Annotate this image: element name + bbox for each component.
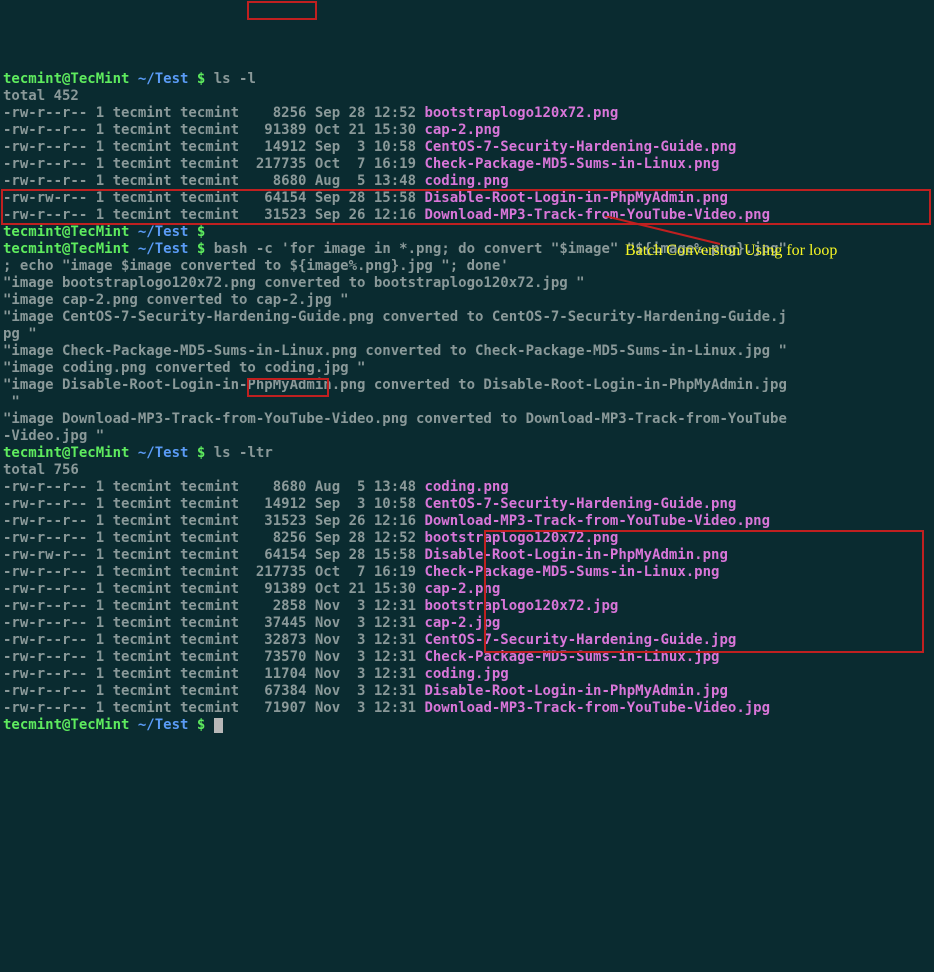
ls-row-filename: bootstraplogo120x72.jpg bbox=[424, 598, 618, 614]
ls-row-meta: -rw-r--r-- 1 tecmint tecmint 217735 Oct … bbox=[3, 564, 416, 580]
ls-row-filename: CentOS-7-Security-Hardening-Guide.png bbox=[424, 139, 736, 155]
ls-row-filename: Check-Package-MD5-Sums-in-Linux.jpg bbox=[424, 649, 719, 665]
ls-row-meta: -rw-r--r-- 1 tecmint tecmint 8680 Aug 5 … bbox=[3, 479, 416, 495]
echo-output: "image coding.png converted to coding.jp… bbox=[3, 360, 365, 376]
ls-row-meta: -rw-r--r-- 1 tecmint tecmint 37445 Nov 3… bbox=[3, 615, 416, 631]
ls-row-filename: coding.jpg bbox=[424, 666, 508, 682]
echo-output: -Video.jpg " bbox=[3, 428, 104, 444]
total-line: total 756 bbox=[3, 462, 79, 478]
ls-row-filename: cap-2.jpg bbox=[424, 615, 500, 631]
prompt-dollar: $ bbox=[188, 241, 205, 257]
prompt-dollar: $ bbox=[188, 717, 205, 733]
cursor[interactable] bbox=[214, 718, 223, 733]
prompt-path: ~/Test bbox=[138, 241, 189, 257]
ls-row-filename: Disable-Root-Login-in-PhpMyAdmin.png bbox=[424, 190, 727, 206]
prompt-dollar: $ bbox=[188, 71, 205, 87]
ls-row-filename: coding.png bbox=[424, 173, 508, 189]
total-line: total 452 bbox=[3, 88, 79, 104]
prompt-user: tecmint@TecMint bbox=[3, 224, 129, 240]
prompt-user: tecmint@TecMint bbox=[3, 717, 129, 733]
prompt-user: tecmint@TecMint bbox=[3, 71, 129, 87]
command-input[interactable]: ls -ltr bbox=[214, 445, 273, 461]
ls-row-meta: -rw-r--r-- 1 tecmint tecmint 67384 Nov 3… bbox=[3, 683, 416, 699]
echo-output: "image bootstraplogo120x72.png converted… bbox=[3, 275, 585, 291]
prompt-dollar: $ bbox=[188, 224, 205, 240]
ls-row-meta: -rw-r--r-- 1 tecmint tecmint 8680 Aug 5 … bbox=[3, 173, 416, 189]
ls-row-filename: Download-MP3-Track-from-YouTube-Video.pn… bbox=[424, 513, 770, 529]
ls-row-filename: Download-MP3-Track-from-YouTube-Video.pn… bbox=[424, 207, 770, 223]
terminal[interactable]: tecmint@TecMint ~/Test $ ls -l total 452… bbox=[3, 71, 931, 734]
ls-row-meta: -rw-r--r-- 1 tecmint tecmint 8256 Sep 28… bbox=[3, 105, 416, 121]
ls-row-meta: -rw-r--r-- 1 tecmint tecmint 32873 Nov 3… bbox=[3, 632, 416, 648]
prompt-user: tecmint@TecMint bbox=[3, 241, 129, 257]
ls-row-meta: -rw-r--r-- 1 tecmint tecmint 91389 Oct 2… bbox=[3, 122, 416, 138]
echo-output: pg " bbox=[3, 326, 37, 342]
echo-output: " bbox=[3, 394, 20, 410]
ls-row-filename: cap-2.png bbox=[424, 581, 500, 597]
ls-row-filename: CentOS-7-Security-Hardening-Guide.png bbox=[424, 496, 736, 512]
ls-row-meta: -rw-r--r-- 1 tecmint tecmint 2858 Nov 3 … bbox=[3, 598, 416, 614]
ls-row-meta: -rw-r--r-- 1 tecmint tecmint 31523 Sep 2… bbox=[3, 207, 416, 223]
prompt-path: ~/Test bbox=[138, 717, 189, 733]
ls-row-meta: -rw-r--r-- 1 tecmint tecmint 73570 Nov 3… bbox=[3, 649, 416, 665]
ls-row-filename: bootstraplogo120x72.png bbox=[424, 105, 618, 121]
ls-row-meta: -rw-rw-r-- 1 tecmint tecmint 64154 Sep 2… bbox=[3, 190, 416, 206]
prompt-path: ~/Test bbox=[138, 71, 189, 87]
prompt-path: ~/Test bbox=[138, 445, 189, 461]
ls-row-filename: Disable-Root-Login-in-PhpMyAdmin.png bbox=[424, 547, 727, 563]
echo-output: "image Check-Package-MD5-Sums-in-Linux.p… bbox=[3, 343, 787, 359]
ls-row-meta: -rw-r--r-- 1 tecmint tecmint 31523 Sep 2… bbox=[3, 513, 416, 529]
ls-row-filename: cap-2.png bbox=[424, 122, 500, 138]
ls-row-meta: -rw-r--r-- 1 tecmint tecmint 217735 Oct … bbox=[3, 156, 416, 172]
echo-output: "image CentOS-7-Security-Hardening-Guide… bbox=[3, 309, 787, 325]
ls-row-meta: -rw-r--r-- 1 tecmint tecmint 8256 Sep 28… bbox=[3, 530, 416, 546]
ls-row-filename: CentOS-7-Security-Hardening-Guide.jpg bbox=[424, 632, 736, 648]
ls-row-meta: -rw-r--r-- 1 tecmint tecmint 11704 Nov 3… bbox=[3, 666, 416, 682]
ls-row-meta: -rw-r--r-- 1 tecmint tecmint 71907 Nov 3… bbox=[3, 700, 416, 716]
prompt-user: tecmint@TecMint bbox=[3, 445, 129, 461]
prompt-path: ~/Test bbox=[138, 224, 189, 240]
echo-output: "image Download-MP3-Track-from-YouTube-V… bbox=[3, 411, 787, 427]
prompt-dollar: $ bbox=[188, 445, 205, 461]
ls-row-filename: Check-Package-MD5-Sums-in-Linux.png bbox=[424, 564, 719, 580]
ls-row-meta: -rw-rw-r-- 1 tecmint tecmint 64154 Sep 2… bbox=[3, 547, 416, 563]
ls-row-filename: bootstraplogo120x72.png bbox=[424, 530, 618, 546]
ls-row-filename: Check-Package-MD5-Sums-in-Linux.png bbox=[424, 156, 719, 172]
echo-output: "image Disable-Root-Login-in-PhpMyAdmin.… bbox=[3, 377, 787, 393]
command-input[interactable]: ls -l bbox=[214, 71, 256, 87]
ls-row-filename: Disable-Root-Login-in-PhpMyAdmin.jpg bbox=[424, 683, 727, 699]
ls-row-meta: -rw-r--r-- 1 tecmint tecmint 14912 Sep 3… bbox=[3, 139, 416, 155]
ls-row-meta: -rw-r--r-- 1 tecmint tecmint 14912 Sep 3… bbox=[3, 496, 416, 512]
highlight-box-cmd1 bbox=[247, 1, 317, 20]
ls-row-meta: -rw-r--r-- 1 tecmint tecmint 91389 Oct 2… bbox=[3, 581, 416, 597]
ls-row-filename: coding.png bbox=[424, 479, 508, 495]
ls-row-filename: Download-MP3-Track-from-YouTube-Video.jp… bbox=[424, 700, 770, 716]
echo-output: "image cap-2.png converted to cap-2.jpg … bbox=[3, 292, 349, 308]
